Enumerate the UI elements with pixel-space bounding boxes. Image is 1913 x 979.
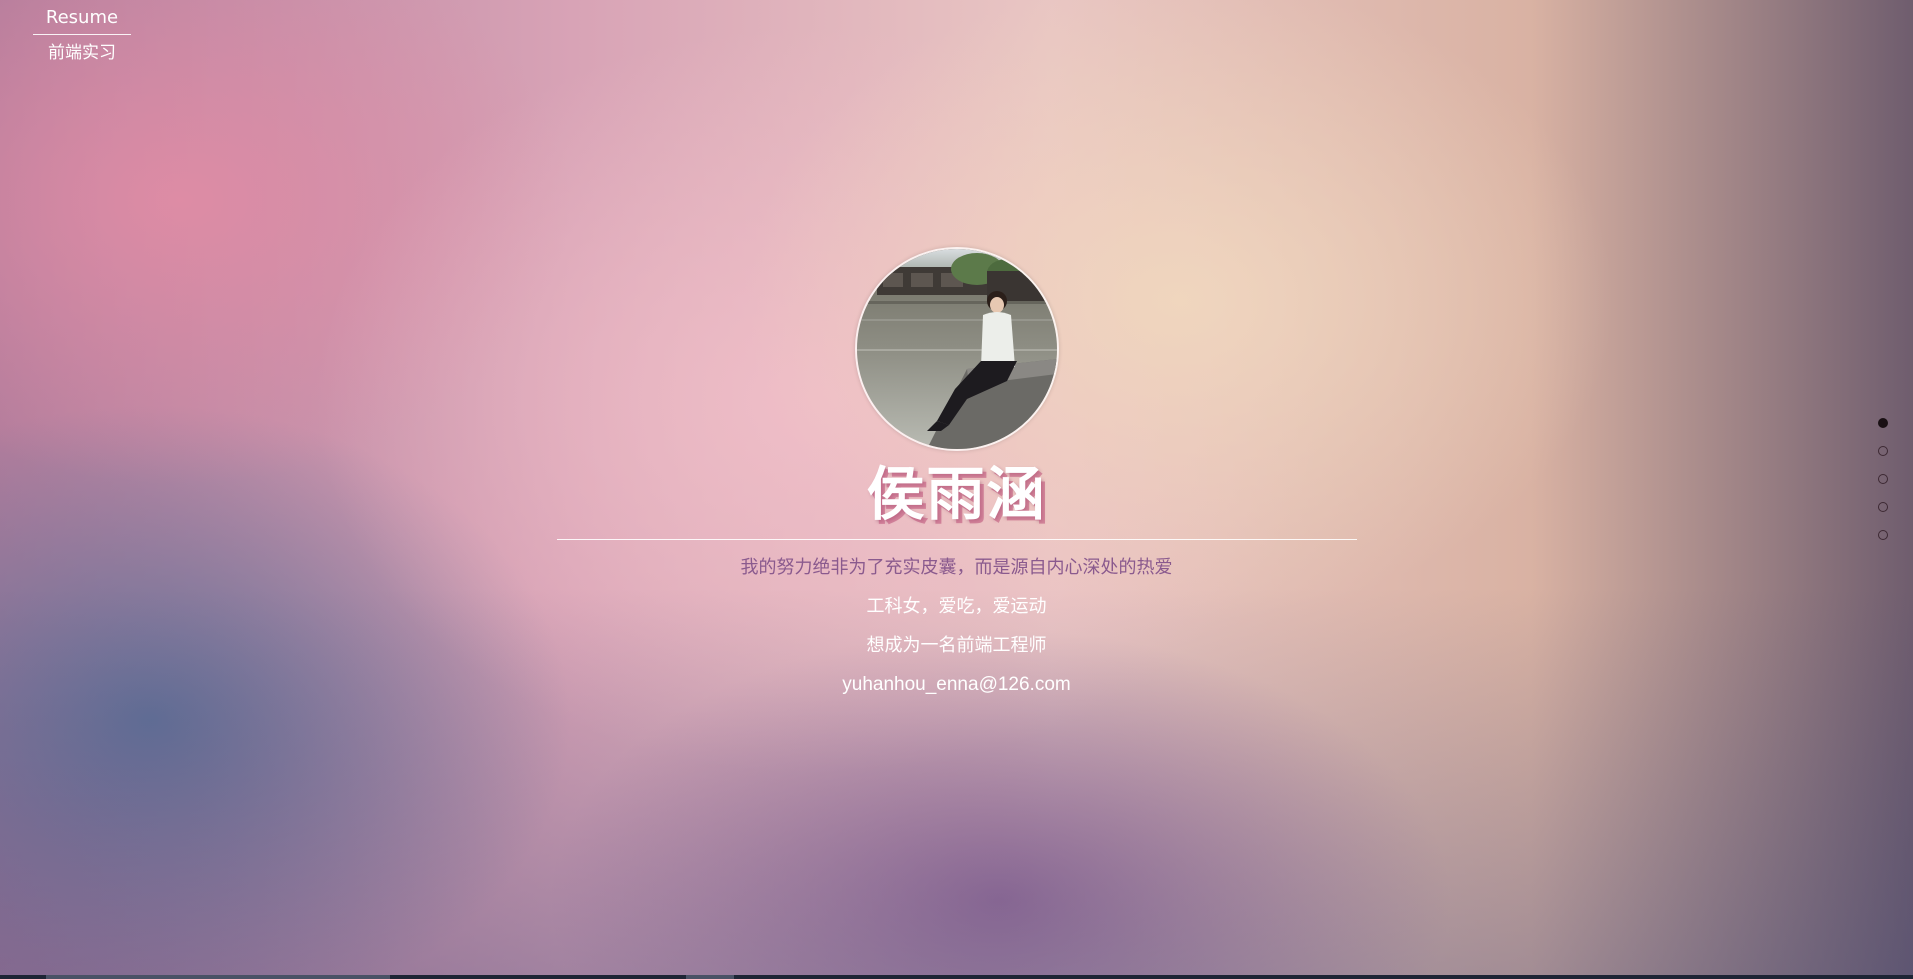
- profile-description-2: 想成为一名前端工程师: [866, 635, 1047, 656]
- section-dot-2[interactable]: [1878, 446, 1888, 456]
- scrollbar-thumb[interactable]: [46, 975, 390, 979]
- profile-section: 侯雨涵 我的努力绝非为了充实皮囊，而是源自内心深处的热爱 工科女，爱吃，爱运动 …: [0, 247, 1913, 697]
- profile-avatar: [854, 247, 1059, 451]
- profile-motto: 我的努力绝非为了充实皮囊，而是源自内心深处的热爱: [740, 557, 1173, 578]
- nav-resume-link[interactable]: Resume: [33, 6, 131, 35]
- profile-description-1: 工科女，爱吃，爱运动: [866, 596, 1047, 617]
- name-divider: [556, 539, 1357, 540]
- nav-frontend-internship-link[interactable]: 前端实习: [33, 41, 131, 65]
- avatar-photo: [856, 249, 1057, 449]
- section-dot-4[interactable]: [1878, 502, 1888, 512]
- resume-page: Resume 前端实习 侯雨涵 我的努力绝非为了充实皮囊，而是源自内心深处的热爱…: [0, 0, 1913, 979]
- horizontal-scrollbar[interactable]: [0, 975, 1913, 979]
- top-nav: Resume 前端实习: [33, 6, 131, 65]
- profile-name: 侯雨涵: [866, 460, 1047, 528]
- section-pagination: [1878, 418, 1888, 540]
- section-dot-3[interactable]: [1878, 474, 1888, 484]
- scrollbar-thumb-secondary[interactable]: [686, 975, 734, 979]
- section-dot-1[interactable]: [1878, 418, 1888, 428]
- section-dot-5[interactable]: [1878, 530, 1888, 540]
- profile-email[interactable]: yuhanhou_enna@126.com: [0, 673, 1913, 697]
